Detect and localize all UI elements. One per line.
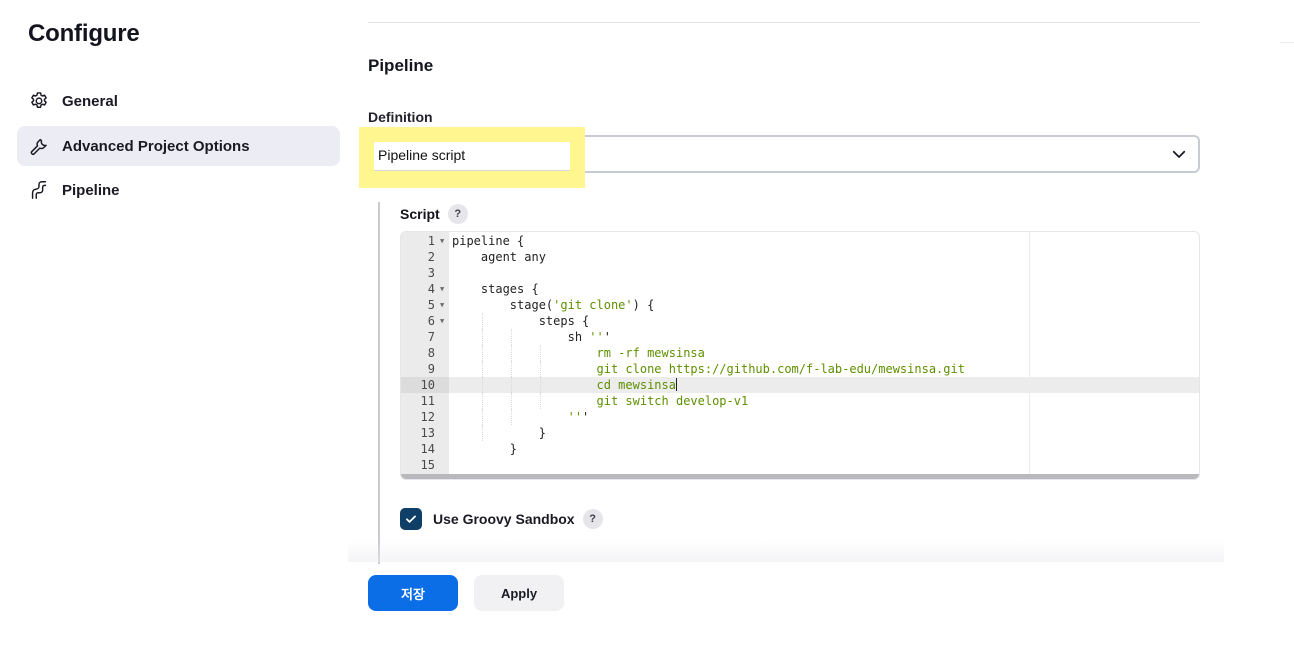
line-number: 15 [420, 458, 435, 472]
code-text: pipeline { [452, 234, 525, 248]
code-text: sh ''' [452, 330, 611, 344]
script-editor[interactable]: 1 ▼ pipeline {2 agent any 3 4 ▼ stages {5 ▼ st… [400, 231, 1200, 480]
groovy-sandbox-label: Use Groovy Sandbox [433, 511, 575, 527]
line-number: 11 [420, 394, 435, 408]
code-text: ''' [567, 410, 590, 424]
sidebar-item-label: General [62, 92, 118, 110]
line-number: 7 [427, 330, 435, 344]
line-number: 12 [420, 410, 435, 424]
code-text: git switch develop-v1 [452, 394, 749, 408]
code-text: steps { [452, 314, 590, 328]
line-number: 2 [427, 250, 435, 264]
checkmark-icon [406, 515, 416, 523]
code-text: cd mewsinsa [452, 378, 677, 392]
code-text: rm -rf mewsinsa [452, 346, 705, 360]
line-number: 14 [420, 442, 435, 456]
section-divider [368, 22, 1200, 23]
fold-toggle-icon[interactable]: ▼ [440, 233, 444, 249]
sticky-footer-shadow [348, 540, 1224, 562]
code-line[interactable]: 8 rm -rf mewsinsa [401, 345, 1199, 361]
code-line[interactable]: 3 [401, 265, 1199, 281]
sidebar-item-advanced-project-options[interactable]: Advanced Project Options [17, 126, 340, 166]
code-line[interactable]: 14 } [401, 441, 1199, 457]
nested-section-line [378, 202, 380, 564]
line-number: 10 [401, 377, 449, 393]
definition-select-value[interactable]: Pipeline script [374, 142, 570, 171]
script-help-icon[interactable]: ? [447, 204, 468, 224]
code-line[interactable]: 9 git clone https://github.com/f-lab-edu… [401, 361, 1199, 377]
code-text: git clone https://github.com/f-lab-edu/m… [452, 362, 965, 376]
code-text: stage('git clone') { [452, 298, 655, 312]
line-number: 9 [427, 362, 435, 376]
code-line[interactable]: 15 [401, 457, 1199, 473]
sidebar-item-general[interactable]: General [17, 81, 340, 121]
script-label-text: Script [400, 206, 440, 222]
code-line[interactable]: 1 ▼ pipeline { [401, 233, 1199, 249]
divider [1280, 42, 1294, 43]
fold-toggle-icon[interactable]: ▼ [440, 313, 444, 329]
code-line[interactable]: 11 git switch develop-v1 [401, 393, 1199, 409]
code-line[interactable]: 2 agent any [401, 249, 1199, 265]
fold-toggle-icon[interactable]: ▼ [440, 281, 444, 297]
sidebar-item-pipeline[interactable]: Pipeline [17, 170, 340, 210]
wrench-icon [28, 135, 50, 157]
pipeline-icon [28, 179, 50, 201]
code-line[interactable]: 5 ▼ stage('git clone') { [401, 297, 1199, 313]
fold-toggle-icon[interactable]: ▼ [440, 297, 444, 313]
gear-icon [28, 90, 50, 112]
definition-label: Definition [368, 109, 433, 125]
code-line[interactable]: 10 cd mewsinsa [401, 377, 1199, 393]
section-title: Pipeline [368, 56, 434, 75]
save-button[interactable]: 저장 [368, 575, 458, 611]
code-line[interactable]: 13 } [401, 425, 1199, 441]
script-label: Script ? [400, 204, 468, 224]
code-line[interactable]: 12 ''' [401, 409, 1199, 425]
line-number: 13 [420, 426, 435, 440]
editor-scrollbar[interactable] [401, 474, 1199, 479]
code-text: } [452, 426, 546, 440]
code-text: agent any [452, 250, 546, 264]
code-text: stages { [452, 282, 539, 296]
groovy-sandbox-option: Use Groovy Sandbox ? [400, 508, 603, 530]
text-cursor [675, 378, 677, 391]
groovy-sandbox-checkbox[interactable] [400, 508, 422, 530]
code-line[interactable]: 4 ▼ stages { [401, 281, 1199, 297]
sidebar-item-label: Pipeline [62, 181, 120, 199]
sidebar-item-label: Advanced Project Options [62, 137, 250, 155]
line-number: 8 [427, 346, 435, 360]
code-line[interactable]: 6 ▼ steps { [401, 313, 1199, 329]
code-line[interactable]: 7 sh ''' [401, 329, 1199, 345]
page-title: Configure [28, 20, 140, 47]
line-number: 3 [427, 266, 435, 280]
code-text: } [452, 442, 518, 456]
sandbox-help-icon[interactable]: ? [582, 509, 603, 529]
chevron-down-icon [1172, 150, 1186, 158]
apply-button[interactable]: Apply [474, 575, 564, 611]
